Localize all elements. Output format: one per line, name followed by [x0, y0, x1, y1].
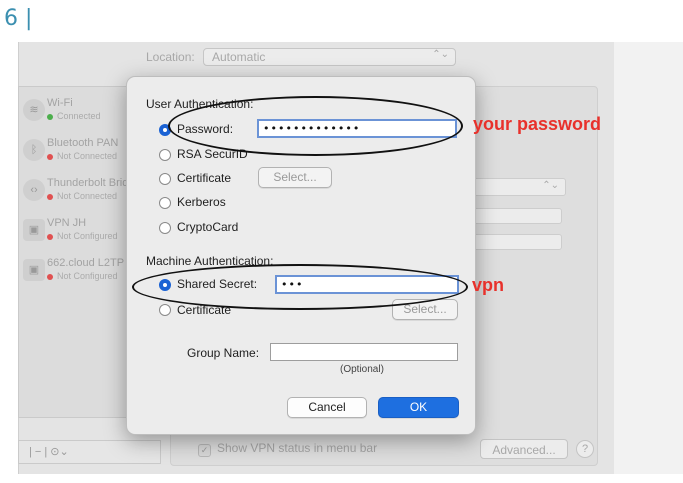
- vpn-lock-icon: ▣: [23, 259, 45, 281]
- location-label: Location:: [146, 50, 195, 64]
- cryptocard-radio[interactable]: [159, 222, 171, 234]
- wifi-icon: ≋: [23, 99, 45, 121]
- kerberos-radio[interactable]: [159, 197, 171, 209]
- status-dot-icon: [47, 193, 53, 200]
- status-dot-icon: [47, 273, 53, 280]
- config-select[interactable]: ⌃⌄: [470, 178, 566, 196]
- window-edge: [614, 42, 683, 474]
- service-name: VPN JH: [47, 217, 87, 229]
- checkmark-icon[interactable]: ✓: [198, 444, 211, 457]
- advanced-button[interactable]: Advanced...: [480, 439, 568, 459]
- secret-annotation: vpn: [472, 275, 505, 295]
- location-value: Automatic: [212, 50, 266, 64]
- rsa-securid-radio[interactable]: [159, 149, 171, 161]
- kerberos-label: Kerberos: [177, 195, 226, 209]
- password-highlight-ellipse: [168, 96, 463, 156]
- service-status: Not Connected: [47, 191, 117, 201]
- user-certificate-select-button[interactable]: Select...: [258, 167, 332, 188]
- ok-button[interactable]: OK: [378, 397, 459, 418]
- show-vpn-status-label: Show VPN status in menu bar: [217, 441, 378, 455]
- thunderbolt-icon: ‹›: [23, 179, 45, 201]
- machine-certificate-radio[interactable]: [159, 304, 171, 316]
- server-address-field[interactable]: [470, 208, 562, 224]
- cancel-button[interactable]: Cancel: [287, 397, 367, 418]
- status-dot-icon: [47, 113, 53, 120]
- cryptocard-label: CryptoCard: [177, 220, 239, 234]
- vpn-lock-icon: ▣: [23, 219, 45, 241]
- user-certificate-radio[interactable]: [159, 173, 171, 185]
- updown-chevron-icon: ⌃⌄: [542, 180, 559, 191]
- status-dot-icon: [47, 233, 53, 240]
- optional-hint: (Optional): [340, 364, 384, 375]
- location-select[interactable]: Automatic ⌃⌄: [203, 48, 456, 66]
- account-name-field[interactable]: [470, 234, 562, 250]
- show-vpn-status-row[interactable]: ✓ Show VPN status in menu bar: [198, 441, 377, 457]
- group-name-field[interactable]: [270, 343, 458, 361]
- status-dot-icon: [47, 153, 53, 160]
- bluetooth-icon: ᛒ: [23, 139, 45, 161]
- updown-chevron-icon: ⌃⌄: [432, 49, 449, 60]
- service-status: Not Configured: [47, 231, 118, 241]
- service-name: Bluetooth PAN: [47, 137, 119, 149]
- password-annotation: your password: [473, 114, 602, 134]
- service-status: Not Connected: [47, 151, 117, 161]
- shared-secret-highlight-ellipse: [132, 264, 468, 310]
- toolbar-buttons[interactable]: | − | ⊙⌄: [29, 445, 69, 458]
- group-name-label: Group Name:: [187, 346, 260, 360]
- user-certificate-label: Certificate: [177, 171, 232, 185]
- service-list-toolbar[interactable]: | − | ⊙⌄: [18, 440, 161, 464]
- service-status: Connected: [47, 111, 101, 121]
- help-button[interactable]: ?: [576, 440, 594, 458]
- step-number: 6 |: [4, 6, 33, 31]
- service-name: 662.cloud L2TP: [47, 257, 125, 269]
- service-name: Wi-Fi: [47, 97, 73, 109]
- service-status: Not Configured: [47, 271, 118, 281]
